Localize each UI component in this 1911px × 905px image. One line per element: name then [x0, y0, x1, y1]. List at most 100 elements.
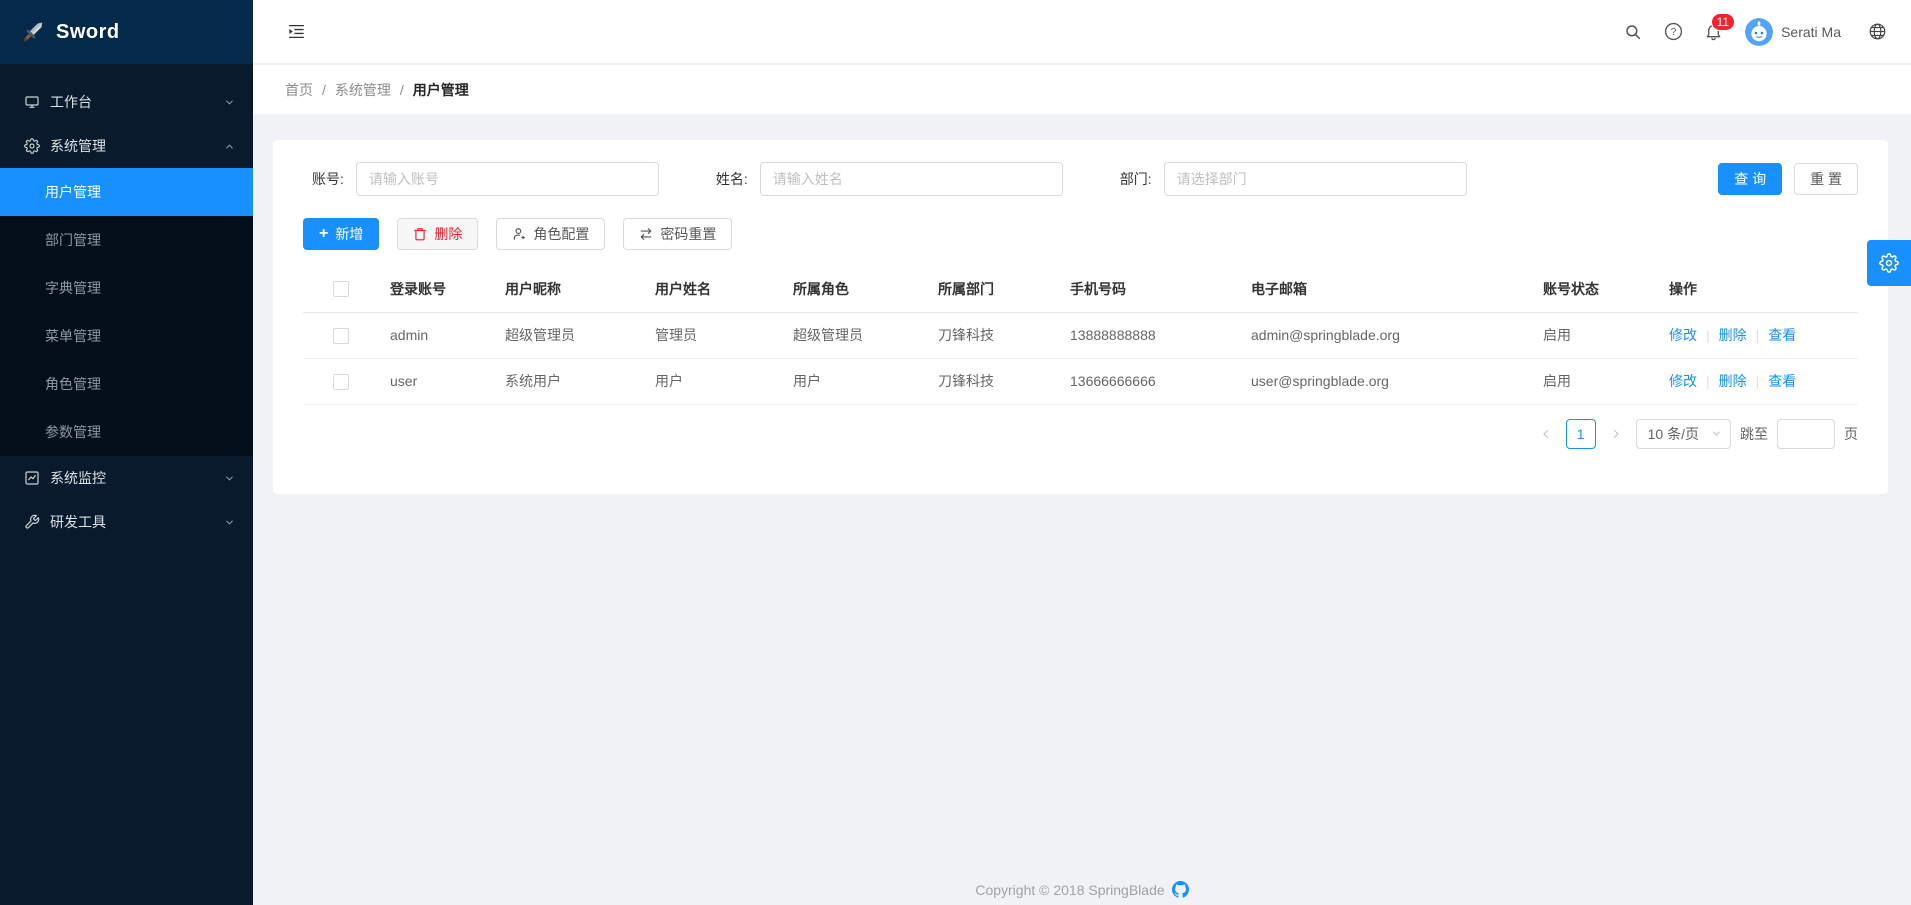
- breadcrumb-separator: /: [322, 82, 326, 98]
- breadcrumb-home[interactable]: 首页: [285, 80, 313, 100]
- account-input[interactable]: [356, 162, 659, 196]
- filter-buttons: 查 询 重 置: [1718, 163, 1858, 195]
- col-actions: 操作: [1669, 266, 1858, 312]
- col-login-account: 登录账号: [390, 266, 505, 312]
- sidebar-item-system-mgmt[interactable]: 系统管理: [0, 124, 253, 168]
- cell-actions: 修改|删除|查看: [1669, 312, 1858, 358]
- page-size-select[interactable]: 10 条/页: [1636, 419, 1731, 449]
- github-octocat-icon[interactable]: [1172, 881, 1189, 898]
- name-input[interactable]: [760, 162, 1063, 196]
- gear-icon: [1879, 253, 1899, 273]
- chevron-down-icon: [224, 517, 235, 528]
- help-button[interactable]: ?: [1653, 12, 1693, 52]
- edit-link[interactable]: 修改: [1669, 327, 1697, 343]
- row-checkbox[interactable]: [333, 328, 349, 344]
- theme-settings-button[interactable]: [1867, 240, 1911, 286]
- sidebar-collapse-button[interactable]: [279, 15, 313, 49]
- add-button[interactable]: + 新增: [303, 218, 379, 250]
- cell-account: user: [390, 358, 505, 404]
- sidebar-item-label: 系统管理: [50, 136, 224, 156]
- view-link[interactable]: 查看: [1768, 373, 1796, 389]
- cell-status: 启用: [1543, 312, 1669, 358]
- password-reset-label: 密码重置: [660, 224, 716, 244]
- sidebar-item-workbench[interactable]: 工作台: [0, 80, 253, 124]
- app-logo[interactable]: Sword: [0, 0, 253, 64]
- select-all-checkbox[interactable]: [333, 281, 349, 297]
- avatar[interactable]: [1745, 18, 1773, 46]
- add-button-label: 新增: [335, 224, 363, 244]
- chevron-up-icon: [224, 141, 235, 152]
- account-label: 账号:: [312, 169, 344, 189]
- cell-name: 用户: [655, 358, 793, 404]
- jump-label: 跳至: [1740, 424, 1768, 444]
- chevron-down-icon: [224, 97, 235, 108]
- search-button[interactable]: [1613, 12, 1653, 52]
- delete-link[interactable]: 删除: [1719, 327, 1747, 343]
- row-checkbox[interactable]: [333, 374, 349, 390]
- cell-status: 启用: [1543, 358, 1669, 404]
- page-number-button[interactable]: 1: [1566, 419, 1596, 449]
- delete-button-label: 删除: [434, 224, 462, 244]
- col-role: 所属角色: [793, 266, 938, 312]
- dept-select[interactable]: [1164, 162, 1467, 196]
- search-icon: [1624, 23, 1642, 41]
- question-circle-icon: ?: [1664, 22, 1683, 41]
- sidebar-item-label: 参数管理: [45, 422, 101, 442]
- search-submit-button[interactable]: 查 询: [1718, 163, 1782, 195]
- sidebar-item-dict-mgmt[interactable]: 字典管理: [0, 264, 253, 312]
- password-reset-button[interactable]: 密码重置: [623, 218, 732, 250]
- sidebar-item-system-monitor[interactable]: 系统监控: [0, 456, 253, 500]
- reset-button[interactable]: 重 置: [1794, 163, 1858, 195]
- next-page-button[interactable]: [1605, 419, 1627, 449]
- cell-account: admin: [390, 312, 505, 358]
- jump-page-input[interactable]: [1777, 419, 1835, 449]
- notifications-button[interactable]: 11: [1693, 12, 1733, 52]
- language-button[interactable]: [1857, 12, 1897, 52]
- sidebar-item-dev-tools[interactable]: 研发工具: [0, 500, 253, 544]
- name-label: 姓名:: [716, 169, 748, 189]
- table-toolbar: + 新增 删除 角色配置 密码重置: [303, 218, 1858, 250]
- cell-email: admin@springblade.org: [1251, 312, 1543, 358]
- filter-account: 账号:: [303, 162, 659, 196]
- cell-name: 管理员: [655, 312, 793, 358]
- view-link[interactable]: 查看: [1768, 327, 1796, 343]
- sidebar-item-param-mgmt[interactable]: 参数管理: [0, 408, 253, 456]
- col-email: 电子邮箱: [1251, 266, 1543, 312]
- action-separator: |: [1756, 327, 1760, 343]
- breadcrumb-current: 用户管理: [413, 80, 469, 100]
- notification-badge: 11: [1711, 13, 1735, 31]
- cell-phone: 13666666666: [1070, 358, 1251, 404]
- pagination: 1 10 条/页 跳至 页: [303, 419, 1858, 449]
- top-header: ? 11 Serati Ma: [253, 0, 1911, 64]
- sidebar-item-label: 部门管理: [45, 230, 101, 250]
- cell-nickname: 超级管理员: [505, 312, 655, 358]
- col-dept: 所属部门: [938, 266, 1070, 312]
- col-nickname: 用户昵称: [505, 266, 655, 312]
- cell-dept: 刀锋科技: [938, 312, 1070, 358]
- sidebar-item-user-mgmt[interactable]: 用户管理: [0, 168, 253, 216]
- user-management-panel: 账号: 姓名: 部门: 查 询 重 置 + 新增 删除: [273, 140, 1888, 494]
- chevron-down-icon: [224, 473, 235, 484]
- col-phone: 手机号码: [1070, 266, 1251, 312]
- role-config-button[interactable]: 角色配置: [496, 218, 605, 250]
- cell-actions: 修改|删除|查看: [1669, 358, 1858, 404]
- sidebar-item-role-mgmt[interactable]: 角色管理: [0, 360, 253, 408]
- trash-icon: [413, 227, 427, 241]
- sidebar-item-menu-mgmt[interactable]: 菜单管理: [0, 312, 253, 360]
- menu-fold-icon: [287, 22, 306, 41]
- sidebar-item-dept-mgmt[interactable]: 部门管理: [0, 216, 253, 264]
- user-name[interactable]: Serati Ma: [1781, 24, 1841, 40]
- delete-link[interactable]: 删除: [1719, 373, 1747, 389]
- sidebar-item-label: 用户管理: [45, 182, 101, 202]
- chevron-down-icon: [1711, 428, 1722, 439]
- swap-icon: [639, 227, 653, 241]
- cell-dept: 刀锋科技: [938, 358, 1070, 404]
- sidebar-submenu-system: 用户管理 部门管理 字典管理 菜单管理 角色管理 参数管理: [0, 168, 253, 456]
- breadcrumb-system-mgmt[interactable]: 系统管理: [335, 80, 391, 100]
- prev-page-button[interactable]: [1535, 419, 1557, 449]
- filter-form: 账号: 姓名: 部门: 查 询 重 置: [303, 162, 1858, 196]
- gear-icon: [24, 138, 40, 154]
- delete-button[interactable]: 删除: [397, 218, 478, 250]
- sidebar-item-label: 角色管理: [45, 374, 101, 394]
- edit-link[interactable]: 修改: [1669, 373, 1697, 389]
